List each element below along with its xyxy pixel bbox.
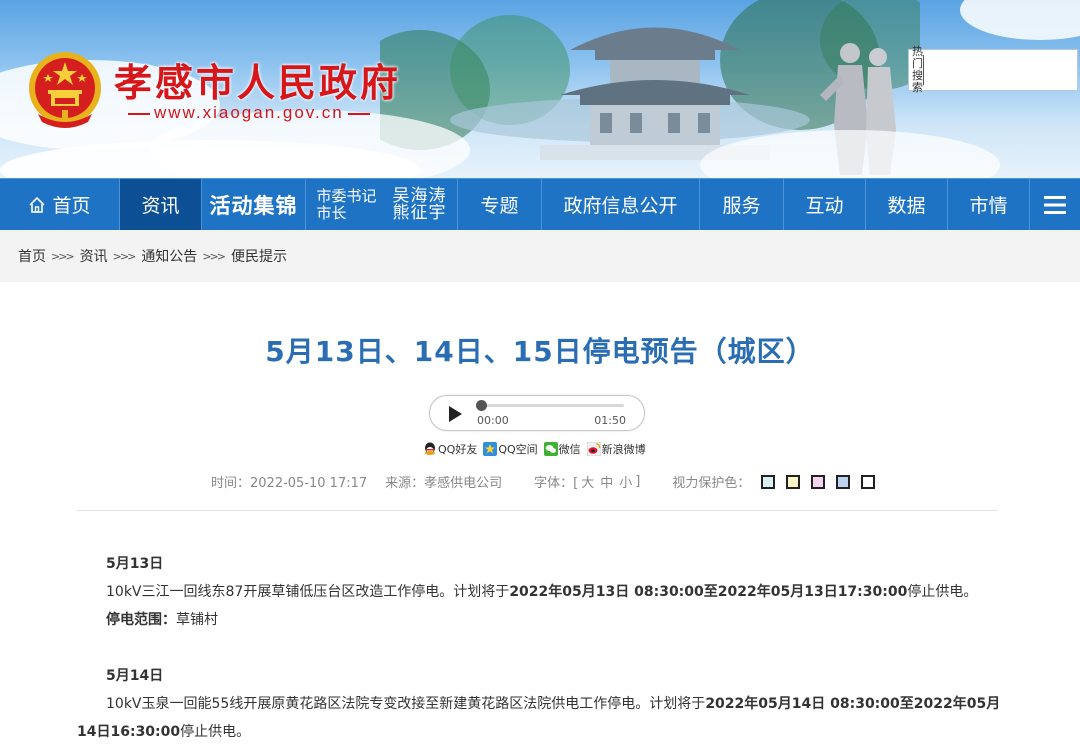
nav-interact[interactable]: 互动 bbox=[784, 179, 866, 230]
search-box: 热门 搜索 bbox=[908, 46, 1080, 94]
hot-search-label[interactable]: 热门 搜索 bbox=[909, 46, 924, 94]
breadcrumb-notices[interactable]: 通知公告 bbox=[141, 246, 197, 266]
menu-button[interactable] bbox=[1030, 179, 1080, 230]
site-url: www.xiaogan.gov.cn bbox=[124, 103, 374, 123]
search-input[interactable] bbox=[924, 55, 1080, 85]
breadcrumb-separator: >>> bbox=[112, 249, 137, 263]
leader1-title: 市委书记 bbox=[316, 186, 377, 205]
breadcrumb-home[interactable]: 首页 bbox=[18, 246, 46, 266]
publish-time: 时间：2022-05-10 17:17 bbox=[211, 476, 368, 491]
audio-total-time: 01:50 bbox=[594, 414, 626, 427]
breadcrumb-tips[interactable]: 便民提示 bbox=[231, 246, 287, 266]
eye-protect-label: 视力保护色： bbox=[672, 476, 751, 491]
pavilion-illustration bbox=[540, 27, 770, 160]
play-icon[interactable] bbox=[446, 405, 464, 423]
cloud-decoration bbox=[960, 0, 1080, 40]
nav-city[interactable]: 市情 bbox=[948, 179, 1030, 230]
nav-news[interactable]: 资讯 bbox=[120, 179, 202, 230]
breadcrumb-news[interactable]: 资讯 bbox=[80, 246, 108, 266]
divider bbox=[77, 510, 998, 511]
font-size-small[interactable]: 小 bbox=[619, 472, 632, 491]
home-icon bbox=[29, 196, 46, 213]
hamburger-icon bbox=[1044, 195, 1066, 214]
section-date: 5月14日 bbox=[106, 668, 164, 684]
article: 5月13日、14日、15日停电预告（城区） 00:00 01:50 QQ好友 Q… bbox=[0, 282, 1080, 749]
audio-player: 00:00 01:50 bbox=[429, 395, 645, 431]
font-size-bracket: ] bbox=[635, 474, 641, 489]
eye-color-swatch[interactable] bbox=[786, 474, 801, 489]
nav-gov-info[interactable]: 政府信息公开 bbox=[542, 179, 700, 230]
nav-leaders[interactable]: 市委书记 吴海涛 市长 熊征宇 bbox=[306, 179, 458, 230]
breadcrumb-separator: >>> bbox=[51, 249, 75, 263]
leader2-name[interactable]: 熊征宇 bbox=[393, 204, 447, 222]
national-emblem-icon bbox=[29, 52, 101, 128]
share-qzone[interactable]: QQ空间 bbox=[483, 441, 538, 457]
audio-progress-thumb[interactable] bbox=[476, 400, 487, 411]
section-scope: 停电范围：草铺村 bbox=[106, 612, 218, 628]
leader-row: 市长 熊征宇 bbox=[316, 203, 447, 222]
leader1-name[interactable]: 吴海涛 bbox=[393, 187, 447, 205]
share-wechat[interactable]: 微信 bbox=[543, 441, 581, 457]
nav-home[interactable]: 首页 bbox=[0, 179, 120, 230]
leader-row: 市委书记 吴海涛 bbox=[316, 186, 447, 205]
section-date: 5月13日 bbox=[106, 556, 164, 572]
article-meta: 时间：2022-05-10 17:17 来源：孝感供电公司 字体：[ 大 中 小… bbox=[211, 472, 876, 491]
section-paragraph: 10kV三江一回线东87开展草铺低压台区改造工作停电。计划将于2022年05月1… bbox=[106, 584, 978, 600]
article-source: 来源：孝感供电公司 bbox=[385, 476, 503, 491]
share-qq-friend[interactable]: QQ好友 bbox=[423, 441, 477, 457]
font-size-label: 字体：[ bbox=[534, 476, 579, 491]
weibo-icon bbox=[586, 442, 601, 456]
nav-topic[interactable]: 专题 bbox=[458, 179, 542, 230]
eye-color-swatch[interactable] bbox=[761, 474, 776, 489]
qzone-icon bbox=[483, 442, 498, 456]
article-title: 5月13日、14日、15日停电预告（城区） bbox=[265, 335, 815, 368]
share-bar: QQ好友 QQ空间 微信 新浪微博 bbox=[423, 441, 652, 457]
nav-data[interactable]: 数据 bbox=[866, 179, 948, 230]
font-size-large[interactable]: 大 bbox=[581, 472, 594, 491]
font-size-medium[interactable]: 中 bbox=[600, 472, 613, 491]
audio-progress-track[interactable] bbox=[478, 404, 624, 407]
header-banner: 孝感市人民政府 www.xiaogan.gov.cn 热门 搜索 bbox=[0, 0, 1080, 180]
section-paragraph: 10kV玉泉一回能55线开展原黄花路区法院专变改接至新建黄花路区法院供电工作停电… bbox=[77, 696, 1001, 740]
breadcrumb: 首页 >>> 资讯 >>> 通知公告 >>> 便民提示 bbox=[0, 230, 1080, 282]
audio-current-time: 00:00 bbox=[477, 414, 509, 427]
eye-color-swatch[interactable] bbox=[811, 474, 826, 489]
eye-color-swatch[interactable] bbox=[836, 474, 851, 489]
article-body: 5月13日 10kV三江一回线东87开展草铺低压台区改造工作停电。计划将于202… bbox=[77, 550, 1007, 746]
nav-service[interactable]: 服务 bbox=[700, 179, 784, 230]
leader2-title: 市长 bbox=[316, 203, 347, 222]
breadcrumb-separator: >>> bbox=[202, 249, 226, 263]
share-weibo[interactable]: 新浪微博 bbox=[586, 441, 646, 457]
site-title: 孝感市人民政府 bbox=[114, 60, 402, 105]
qq-icon bbox=[425, 442, 435, 455]
wechat-icon bbox=[543, 442, 558, 456]
main-nav: 首页 资讯 活动集锦 市委书记 吴海涛 市长 熊征宇 专题 政府信息公开 服务 … bbox=[0, 178, 1080, 230]
nav-activity[interactable]: 活动集锦 bbox=[202, 179, 306, 230]
eye-color-swatch[interactable] bbox=[861, 474, 876, 489]
